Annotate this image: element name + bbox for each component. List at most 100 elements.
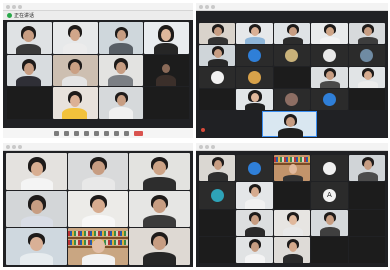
participant-avatar-tile[interactable] bbox=[236, 155, 273, 182]
participant-video-off[interactable] bbox=[199, 236, 236, 263]
minimize-window-icon[interactable] bbox=[12, 5, 16, 9]
participant-video[interactable] bbox=[67, 153, 129, 190]
participant-video[interactable] bbox=[98, 22, 144, 54]
participant-video[interactable] bbox=[98, 87, 144, 119]
participant-avatar-tile[interactable] bbox=[236, 67, 273, 88]
active-speaker-video[interactable] bbox=[262, 111, 317, 138]
participant-video[interactable] bbox=[236, 23, 273, 44]
shield-icon[interactable] bbox=[7, 13, 12, 18]
gallery-grid bbox=[199, 23, 385, 110]
minimize-window-icon[interactable] bbox=[205, 5, 209, 9]
security-icon[interactable] bbox=[73, 130, 79, 136]
participant-video[interactable] bbox=[129, 153, 190, 190]
participant-video[interactable] bbox=[311, 67, 348, 88]
maximize-window-icon[interactable] bbox=[211, 5, 215, 9]
video-call-window-bottom-left bbox=[3, 143, 193, 267]
participant-video[interactable] bbox=[199, 45, 236, 66]
end-meeting-button[interactable] bbox=[133, 130, 143, 136]
participant-video[interactable] bbox=[348, 155, 385, 182]
participant-avatar-tile[interactable] bbox=[311, 45, 348, 66]
participant-video[interactable] bbox=[236, 182, 273, 209]
close-window-icon[interactable] bbox=[199, 145, 203, 149]
participant-video-off[interactable] bbox=[348, 209, 385, 236]
minimize-window-icon[interactable] bbox=[12, 145, 16, 149]
record-icon[interactable] bbox=[113, 130, 119, 136]
participant-video-off[interactable] bbox=[7, 87, 52, 119]
window-titlebar bbox=[3, 143, 193, 151]
participant-video[interactable] bbox=[348, 23, 385, 44]
participant-video[interactable] bbox=[6, 228, 67, 265]
participant-video[interactable] bbox=[6, 153, 67, 190]
participant-avatar-tile[interactable] bbox=[273, 45, 311, 66]
participant-avatar-tile[interactable]: A bbox=[311, 182, 348, 209]
participant-video-off[interactable] bbox=[144, 87, 189, 119]
profile-avatar-icon bbox=[322, 161, 336, 175]
participant-video-off[interactable] bbox=[273, 182, 311, 209]
participant-video[interactable] bbox=[236, 236, 273, 263]
share-screen-icon[interactable] bbox=[103, 130, 109, 136]
profile-avatar-icon bbox=[285, 49, 299, 62]
participant-video[interactable] bbox=[311, 209, 348, 236]
participant-video[interactable] bbox=[144, 22, 189, 54]
participant-video[interactable] bbox=[67, 190, 129, 228]
participant-video[interactable] bbox=[98, 54, 144, 87]
participant-video[interactable] bbox=[199, 155, 236, 182]
participant-video[interactable] bbox=[348, 67, 385, 88]
participant-video[interactable] bbox=[67, 228, 129, 265]
participant-avatar-tile[interactable] bbox=[199, 67, 236, 88]
reactions-icon[interactable] bbox=[123, 130, 129, 136]
participant-avatar-tile[interactable] bbox=[199, 182, 236, 209]
participant-video[interactable] bbox=[129, 228, 190, 265]
participant-video[interactable] bbox=[7, 54, 52, 87]
participant-video[interactable] bbox=[52, 54, 98, 87]
close-window-icon[interactable] bbox=[6, 145, 10, 149]
gallery-grid: A bbox=[199, 155, 385, 263]
participant-video[interactable] bbox=[52, 87, 98, 119]
participant-video[interactable] bbox=[273, 23, 311, 44]
participant-video[interactable] bbox=[236, 89, 273, 110]
participant-video[interactable] bbox=[273, 155, 311, 182]
participant-video[interactable] bbox=[199, 23, 236, 44]
participant-video[interactable] bbox=[273, 236, 311, 263]
participants-icon[interactable] bbox=[83, 130, 89, 136]
maximize-window-icon[interactable] bbox=[211, 145, 215, 149]
profile-avatar-icon bbox=[322, 49, 336, 62]
participant-video[interactable] bbox=[144, 54, 189, 87]
profile-avatar-icon bbox=[360, 49, 374, 62]
participant-video[interactable] bbox=[129, 190, 190, 228]
window-controls[interactable] bbox=[6, 145, 22, 149]
participant-video-off[interactable] bbox=[199, 89, 236, 110]
chat-icon[interactable] bbox=[93, 130, 99, 136]
participant-video-off[interactable] bbox=[348, 89, 385, 110]
participant-video[interactable] bbox=[6, 190, 67, 228]
participant-video-off[interactable] bbox=[273, 67, 311, 88]
participant-avatar-tile[interactable] bbox=[311, 155, 348, 182]
window-controls[interactable] bbox=[6, 5, 22, 9]
participant-avatar-tile[interactable] bbox=[236, 45, 273, 66]
video-camera-icon[interactable] bbox=[63, 130, 69, 136]
microphone-icon[interactable] bbox=[53, 130, 59, 136]
participant-video-off[interactable] bbox=[199, 209, 236, 236]
participant-video[interactable] bbox=[236, 209, 273, 236]
close-window-icon[interactable] bbox=[6, 5, 10, 9]
window-controls[interactable] bbox=[199, 5, 215, 9]
window-titlebar bbox=[196, 3, 388, 11]
video-call-window-bottom-right: A bbox=[196, 143, 388, 267]
video-call-window-top-left: 正在讲话 bbox=[3, 3, 193, 138]
participant-video-off[interactable] bbox=[311, 236, 348, 263]
participant-avatar-tile[interactable] bbox=[273, 89, 311, 110]
participant-video[interactable] bbox=[52, 22, 98, 54]
participant-avatar-tile[interactable] bbox=[311, 89, 348, 110]
participant-video[interactable] bbox=[311, 23, 348, 44]
close-window-icon[interactable] bbox=[199, 5, 203, 9]
window-controls[interactable] bbox=[199, 145, 215, 149]
minimize-window-icon[interactable] bbox=[205, 145, 209, 149]
gallery-grid bbox=[7, 22, 189, 119]
maximize-window-icon[interactable] bbox=[18, 5, 22, 9]
participant-video[interactable] bbox=[273, 209, 311, 236]
maximize-window-icon[interactable] bbox=[18, 145, 22, 149]
participant-video[interactable] bbox=[7, 22, 52, 54]
participant-avatar-tile[interactable] bbox=[348, 45, 385, 66]
participant-video-off[interactable] bbox=[348, 182, 385, 209]
participant-video-off[interactable] bbox=[348, 236, 385, 263]
